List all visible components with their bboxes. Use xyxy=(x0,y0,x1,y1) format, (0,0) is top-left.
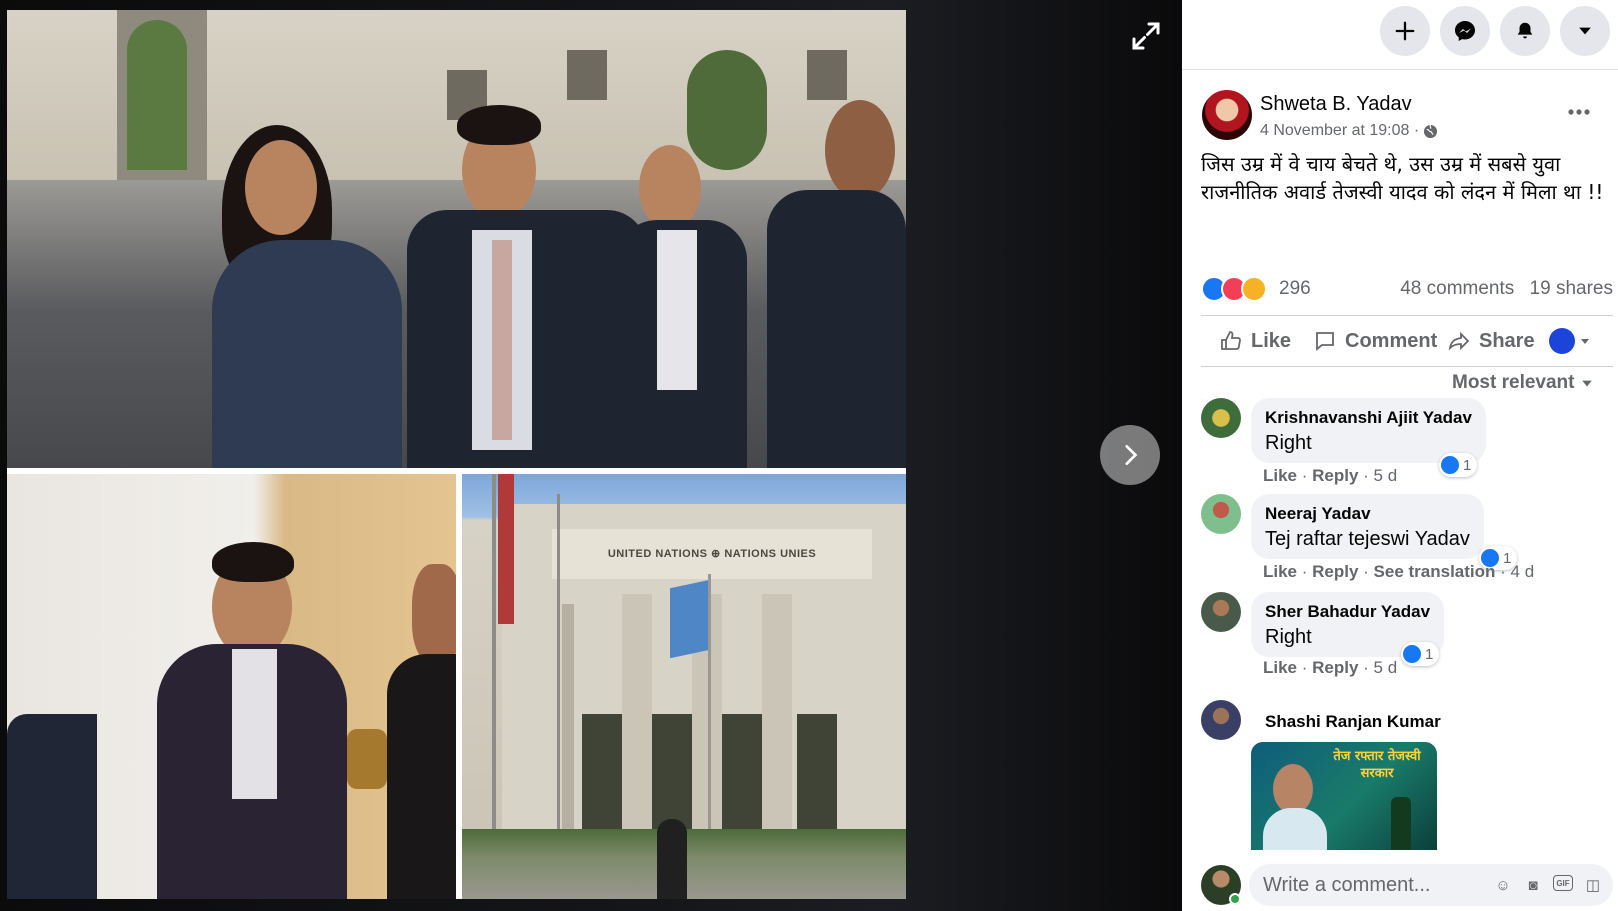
comment-like-count: 1 xyxy=(1425,645,1434,663)
comment-button[interactable]: Comment xyxy=(1313,324,1437,358)
next-photo-button[interactable] xyxy=(1100,425,1160,485)
shares-count[interactable]: 19 shares xyxy=(1530,278,1613,299)
photo-panel-un-building: UNITED NATIONS ⊕ NATIONS UNIES xyxy=(462,474,906,899)
comment-image-face xyxy=(1273,764,1313,814)
thumbs-up-icon xyxy=(1221,331,1241,350)
comment-like-count: 1 xyxy=(1463,456,1472,474)
comment-image-figure xyxy=(1263,808,1327,850)
like-label: Like xyxy=(1251,329,1292,352)
commenter-name[interactable]: Krishnavanshi Ajiit Yadav xyxy=(1265,408,1472,428)
comment-like-badge[interactable]: 1 xyxy=(1401,642,1440,666)
photo-panel-top xyxy=(7,10,906,468)
comment-age[interactable]: 4 d xyxy=(1511,562,1535,581)
post-time-text[interactable]: 4 November at 19:08 · xyxy=(1260,122,1419,140)
profile-avatar-small xyxy=(1549,328,1575,354)
photo-panel-award xyxy=(7,474,456,899)
top-bar xyxy=(1182,0,1618,70)
comment-image-bottle xyxy=(1391,797,1411,850)
comment-sort-dropdown[interactable]: Most relevant xyxy=(1452,372,1594,394)
comment-image[interactable]: तेज रफ्तार तेजस्वी सरकार xyxy=(1251,742,1437,850)
online-status-dot xyxy=(1229,893,1241,905)
comment-label: Comment xyxy=(1345,329,1438,352)
commenter-name[interactable]: Shashi Ranjan Kumar xyxy=(1265,712,1441,732)
sort-label: Most relevant xyxy=(1452,372,1575,393)
comment-text: Tej raftar tejeswi Yadav xyxy=(1265,528,1470,550)
globe-icon xyxy=(1424,124,1438,138)
like-reaction-icon xyxy=(1403,645,1421,663)
create-button[interactable] xyxy=(1380,6,1430,56)
author-name[interactable]: Shweta B. Yadav xyxy=(1260,93,1412,116)
reaction-count[interactable]: 296 xyxy=(1279,278,1311,300)
plus-icon xyxy=(1395,21,1415,41)
reactions-summary: 296 48 comments 19 shares xyxy=(1201,274,1613,304)
emoji-icon[interactable]: ☺ xyxy=(1493,875,1513,895)
share-arrow-icon xyxy=(1448,331,1470,351)
commenter-name[interactable]: Neeraj Yadav xyxy=(1265,504,1470,524)
commenter-avatar[interactable] xyxy=(1201,398,1241,438)
comment-image-caption: तेज रफ्तार तेजस्वी सरकार xyxy=(1333,749,1421,781)
share-label: Share xyxy=(1479,329,1535,352)
post-timestamp: 4 November at 19:08 · xyxy=(1260,122,1438,140)
comment-age[interactable]: 5 d xyxy=(1374,466,1398,485)
post-photo[interactable]: UNITED NATIONS ⊕ NATIONS UNIES xyxy=(7,10,906,899)
share-button[interactable]: Share xyxy=(1447,324,1535,358)
caret-down-icon xyxy=(1581,339,1589,344)
like-reaction-icon xyxy=(1441,456,1459,474)
gif-icon[interactable]: GIF xyxy=(1553,875,1573,891)
more-dots-icon xyxy=(1568,109,1590,115)
bell-icon xyxy=(1517,22,1533,39)
notifications-button[interactable] xyxy=(1500,6,1550,56)
comment-input-tools: ☺ ◙ GIF ◫ xyxy=(1493,875,1603,895)
comment-input[interactable]: Write a comment... ☺ ◙ GIF ◫ xyxy=(1249,864,1613,906)
reaction-icons[interactable] xyxy=(1201,276,1271,302)
comment-meta: Like · Reply · See translation · 4 d xyxy=(1263,562,1535,581)
comment-input-placeholder: Write a comment... xyxy=(1263,874,1431,896)
comment-item: Shashi Ranjan Kumar तेज रफ्तार तेजस्वी स… xyxy=(1201,700,1613,850)
comment-like-link[interactable]: Like xyxy=(1263,658,1297,677)
comment-text: Right xyxy=(1265,432,1312,454)
caret-down-icon xyxy=(1579,27,1591,35)
sticker-icon[interactable]: ◫ xyxy=(1583,875,1603,895)
comment-like-link[interactable]: Like xyxy=(1263,466,1297,485)
fullscreen-expand-icon[interactable] xyxy=(1128,18,1168,54)
comment-reply-link[interactable]: Reply xyxy=(1312,562,1358,581)
account-menu-button[interactable] xyxy=(1560,6,1610,56)
comment-reply-link[interactable]: Reply xyxy=(1312,466,1358,485)
comment-bubble-icon xyxy=(1316,332,1334,351)
commenter-avatar[interactable] xyxy=(1201,494,1241,534)
care-reaction-icon xyxy=(1241,276,1267,302)
comment-item: Neeraj Yadav Tej raftar tejeswi Yadav 1 … xyxy=(1201,494,1613,584)
commenter-name[interactable]: Sher Bahadur Yadav xyxy=(1265,602,1430,622)
comment-item: Krishnavanshi Ajiit Yadav Right 1 Like ·… xyxy=(1201,398,1613,488)
comment-like-badge[interactable]: 1 xyxy=(1439,453,1478,477)
comment-meta: Like · Reply · 5 d xyxy=(1263,466,1398,485)
post-sidebar: Shweta B. Yadav 4 November at 19:08 · जि… xyxy=(1182,0,1618,911)
commenter-avatar[interactable] xyxy=(1201,700,1241,740)
comment-reply-link[interactable]: Reply xyxy=(1312,658,1358,677)
author-avatar[interactable] xyxy=(1202,90,1252,140)
comment-like-link[interactable]: Like xyxy=(1263,562,1297,581)
see-translation-link[interactable]: See translation xyxy=(1374,562,1496,581)
comments-count[interactable]: 48 comments xyxy=(1400,278,1514,299)
photo-viewer: UNITED NATIONS ⊕ NATIONS UNIES xyxy=(0,0,1182,911)
reaction-profile-selector[interactable] xyxy=(1549,324,1591,358)
chevron-right-icon xyxy=(1125,444,1138,466)
camera-icon[interactable]: ◙ xyxy=(1523,875,1543,895)
like-button[interactable]: Like xyxy=(1219,324,1291,358)
comment-bubble: Neeraj Yadav Tej raftar tejeswi Yadav xyxy=(1251,494,1484,559)
write-comment-row: Write a comment... ☺ ◙ GIF ◫ xyxy=(1201,862,1613,908)
comment-age[interactable]: 5 d xyxy=(1374,658,1398,677)
un-building-sign: UNITED NATIONS ⊕ NATIONS UNIES xyxy=(607,548,817,560)
caret-down-icon xyxy=(1582,380,1593,387)
post-text: जिस उम्र में वे चाय बेचते थे, उस उम्र मे… xyxy=(1201,152,1604,204)
messenger-icon xyxy=(1455,21,1475,41)
engagement-counts: 48 comments 19 shares xyxy=(1390,278,1613,300)
post-options-button[interactable] xyxy=(1564,100,1594,124)
comment-item: Sher Bahadur Yadav Right 1 Like · Reply … xyxy=(1201,592,1613,682)
post-action-bar: Like Comment Share xyxy=(1201,315,1613,367)
commenter-avatar[interactable] xyxy=(1201,592,1241,632)
messenger-button[interactable] xyxy=(1440,6,1490,56)
comment-meta: Like · Reply · 5 d xyxy=(1263,658,1398,677)
